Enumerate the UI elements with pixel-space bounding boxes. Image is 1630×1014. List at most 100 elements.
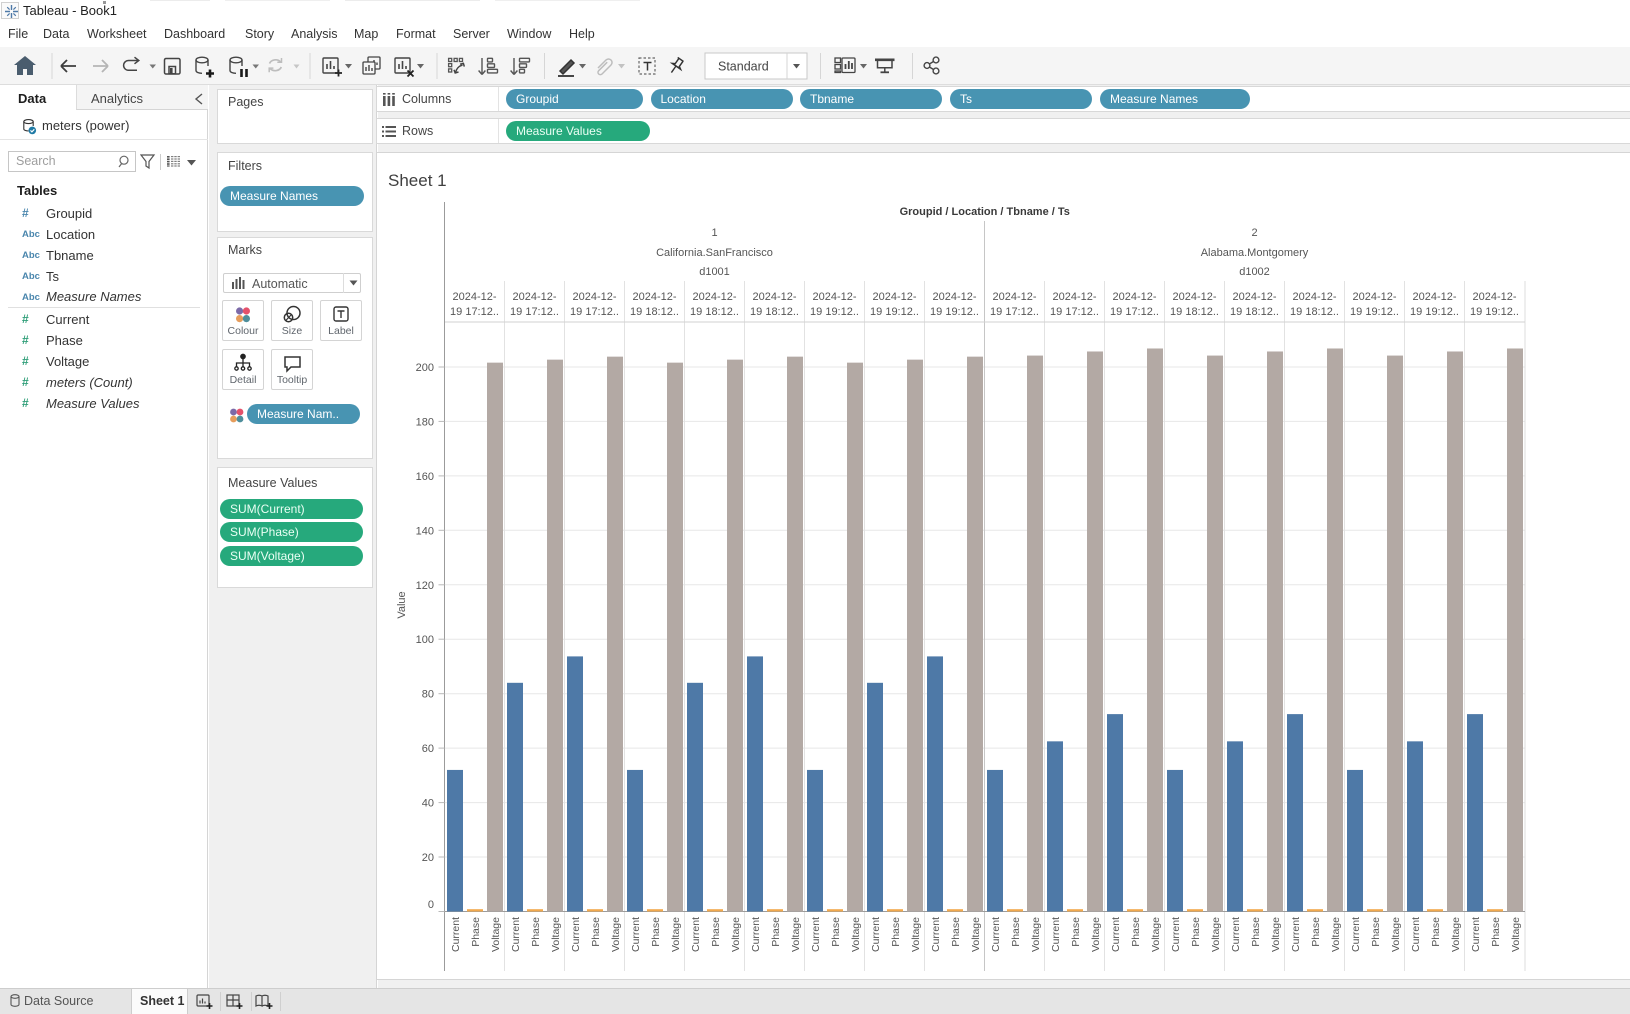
svg-text:19 17:12..: 19 17:12.. (1050, 306, 1099, 318)
svg-text:160: 160 (416, 471, 434, 483)
svg-text:19 19:12..: 19 19:12.. (930, 306, 979, 318)
svg-text:2024-12-: 2024-12- (752, 291, 796, 303)
svg-text:Current: Current (1170, 917, 1182, 952)
svg-text:Current: Current (1290, 917, 1302, 952)
svg-text:Current: Current (570, 917, 582, 952)
svg-text:20: 20 (422, 852, 434, 864)
svg-text:2024-12-: 2024-12- (632, 291, 676, 303)
svg-text:0: 0 (428, 899, 434, 911)
svg-text:19 19:12..: 19 19:12.. (1410, 306, 1459, 318)
svg-text:Phase: Phase (530, 917, 542, 947)
svg-text:Voltage: Voltage (1270, 917, 1282, 952)
svg-text:Current: Current (690, 917, 702, 952)
svg-text:Voltage: Voltage (490, 917, 502, 952)
svg-text:19 19:12..: 19 19:12.. (810, 306, 859, 318)
svg-text:Voltage: Voltage (1510, 917, 1522, 952)
svg-text:Current: Current (1470, 917, 1482, 952)
svg-text:19 18:12..: 19 18:12.. (630, 306, 679, 318)
svg-text:1: 1 (711, 227, 717, 239)
svg-text:2024-12-: 2024-12- (1232, 291, 1276, 303)
svg-text:Phase: Phase (1190, 917, 1202, 947)
svg-text:2024-12-: 2024-12- (1292, 291, 1336, 303)
svg-text:19 18:12..: 19 18:12.. (1290, 306, 1339, 318)
svg-text:Voltage: Voltage (1390, 917, 1402, 952)
svg-text:2024-12-: 2024-12- (1412, 291, 1456, 303)
svg-text:Voltage: Voltage (550, 917, 562, 952)
svg-text:d1002: d1002 (1239, 266, 1270, 278)
svg-text:California.SanFrancisco: California.SanFrancisco (656, 247, 773, 259)
svg-text:2024-12-: 2024-12- (1352, 291, 1396, 303)
svg-text:2024-12-: 2024-12- (932, 291, 976, 303)
svg-text:2024-12-: 2024-12- (452, 291, 496, 303)
svg-text:Sheet 1: Sheet 1 (388, 171, 447, 190)
svg-text:Phase: Phase (1250, 917, 1262, 947)
svg-text:Current: Current (990, 917, 1002, 952)
svg-text:180: 180 (416, 416, 434, 428)
svg-text:100: 100 (416, 634, 434, 646)
svg-text:Phase: Phase (1130, 917, 1142, 947)
svg-text:Current: Current (1050, 917, 1062, 952)
svg-text:Phase: Phase (1370, 917, 1382, 947)
svg-text:Voltage: Voltage (790, 917, 802, 952)
svg-text:2024-12-: 2024-12- (992, 291, 1036, 303)
svg-text:Voltage: Voltage (850, 917, 862, 952)
svg-text:Current: Current (1110, 917, 1122, 952)
svg-text:60: 60 (422, 743, 434, 755)
svg-text:Alabama.Montgomery: Alabama.Montgomery (1201, 247, 1309, 259)
svg-text:2024-12-: 2024-12- (872, 291, 916, 303)
svg-text:140: 140 (416, 525, 434, 537)
svg-text:19 17:12..: 19 17:12.. (990, 306, 1039, 318)
svg-text:Voltage: Voltage (1090, 917, 1102, 952)
svg-text:Phase: Phase (1010, 917, 1022, 947)
svg-text:2024-12-: 2024-12- (512, 291, 556, 303)
svg-text:Voltage: Voltage (610, 917, 622, 952)
svg-text:2024-12-: 2024-12- (572, 291, 616, 303)
svg-text:80: 80 (422, 689, 434, 701)
svg-text:Phase: Phase (770, 917, 782, 947)
svg-text:Value: Value (396, 591, 408, 618)
svg-text:Phase: Phase (1310, 917, 1322, 947)
svg-text:19 18:12..: 19 18:12.. (750, 306, 799, 318)
svg-text:Voltage: Voltage (1030, 917, 1042, 952)
svg-text:Voltage: Voltage (1210, 917, 1222, 952)
svg-text:2: 2 (1251, 227, 1257, 239)
svg-text:Phase: Phase (710, 917, 722, 947)
svg-text:2024-12-: 2024-12- (1472, 291, 1516, 303)
svg-text:Current: Current (750, 917, 762, 952)
svg-text:Phase: Phase (830, 917, 842, 947)
svg-text:Phase: Phase (950, 917, 962, 947)
svg-text:Voltage: Voltage (1330, 917, 1342, 952)
svg-text:19 18:12..: 19 18:12.. (1170, 306, 1219, 318)
svg-text:Groupid / Location / Tbname /: Groupid / Location / Tbname / Ts (900, 206, 1070, 218)
svg-text:d1001: d1001 (699, 266, 730, 278)
svg-text:Voltage: Voltage (970, 917, 982, 952)
svg-text:Standard: Standard (718, 60, 769, 74)
svg-text:Phase: Phase (1430, 917, 1442, 947)
svg-text:Current: Current (1230, 917, 1242, 952)
svg-text:Current: Current (510, 917, 522, 952)
svg-text:Current: Current (930, 917, 942, 952)
svg-text:19 18:12..: 19 18:12.. (1230, 306, 1279, 318)
svg-text:Phase: Phase (1490, 917, 1502, 947)
svg-text:Current: Current (870, 917, 882, 952)
svg-text:120: 120 (416, 580, 434, 592)
svg-text:200: 200 (416, 362, 434, 374)
svg-text:Phase: Phase (890, 917, 902, 947)
svg-text:Phase: Phase (650, 917, 662, 947)
svg-text:19 19:12..: 19 19:12.. (1470, 306, 1519, 318)
svg-text:19 19:12..: 19 19:12.. (870, 306, 919, 318)
svg-text:40: 40 (422, 798, 434, 810)
svg-text:Current: Current (1410, 917, 1422, 952)
svg-text:19 19:12..: 19 19:12.. (1350, 306, 1399, 318)
svg-text:19 18:12..: 19 18:12.. (690, 306, 739, 318)
svg-text:Current: Current (810, 917, 822, 952)
svg-text:Current: Current (450, 917, 462, 952)
svg-text:Current: Current (630, 917, 642, 952)
svg-text:19 17:12..: 19 17:12.. (1110, 306, 1159, 318)
svg-text:2024-12-: 2024-12- (1112, 291, 1156, 303)
svg-text:2024-12-: 2024-12- (1172, 291, 1216, 303)
svg-text:Voltage: Voltage (1450, 917, 1462, 952)
svg-text:19 17:12..: 19 17:12.. (570, 306, 619, 318)
svg-text:Voltage: Voltage (910, 917, 922, 952)
svg-text:2024-12-: 2024-12- (692, 291, 736, 303)
